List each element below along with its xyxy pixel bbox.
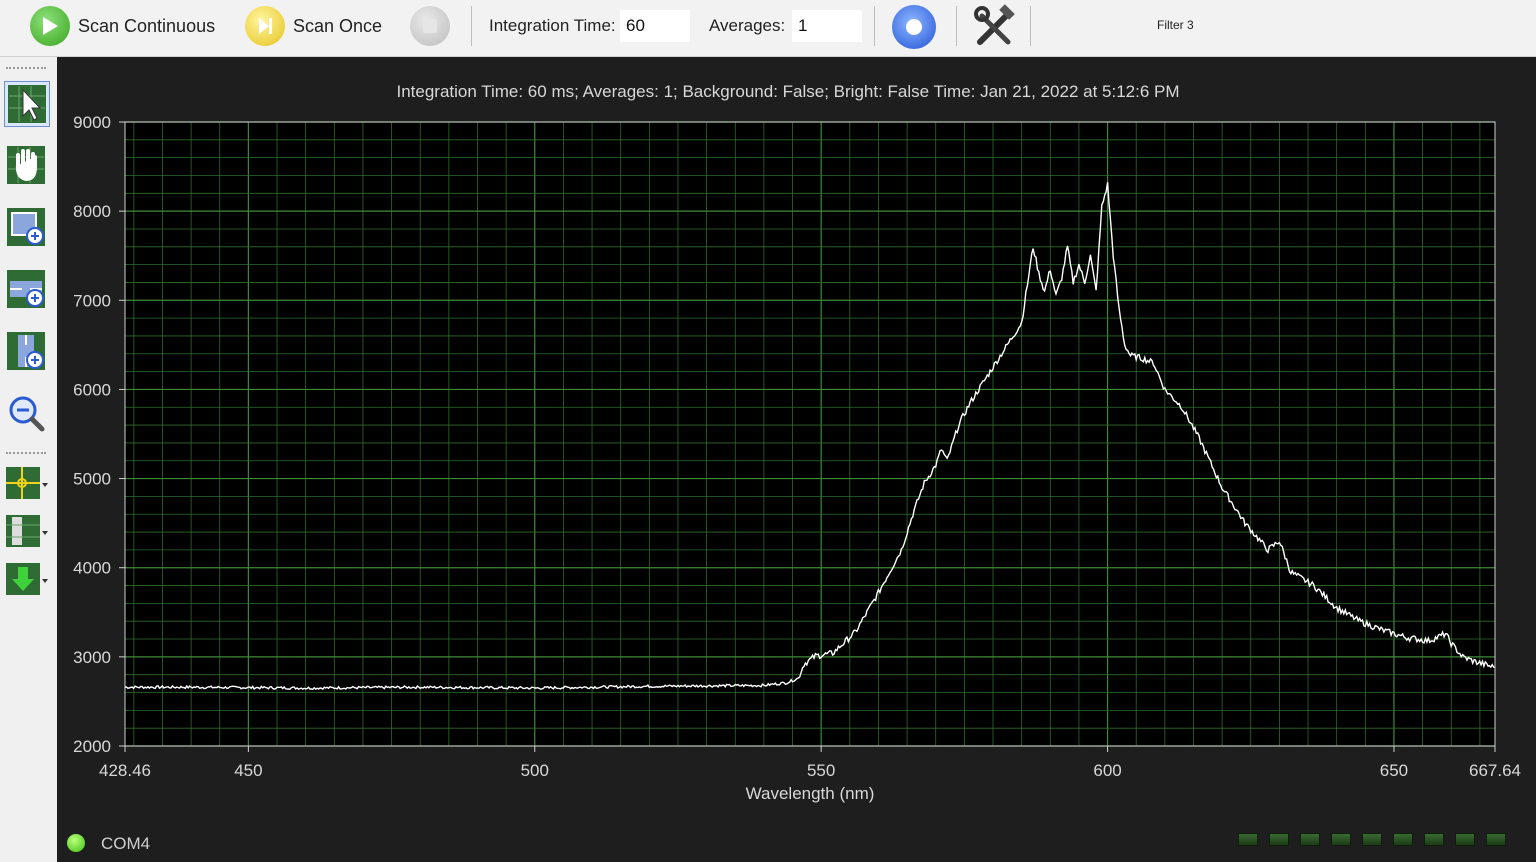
- marker-icon: [6, 515, 48, 547]
- crosshair-tool-button[interactable]: [4, 461, 48, 505]
- scan-continuous-button[interactable]: Scan Continuous: [30, 6, 215, 46]
- status-led: [1393, 833, 1413, 846]
- zoom-horizontal-tool-button[interactable]: [4, 267, 48, 311]
- pointer-tool-button[interactable]: [4, 81, 50, 127]
- grip-handle: [6, 452, 46, 454]
- x-tick-label: 428.46: [99, 761, 151, 780]
- tools-icon: [974, 4, 1015, 45]
- settings-tools-button[interactable]: [972, 4, 1018, 50]
- pan-hand-icon: [7, 146, 45, 184]
- toolbar-divider: [1030, 6, 1031, 46]
- record-button[interactable]: [892, 5, 936, 49]
- x-tick-label: 600: [1093, 761, 1121, 780]
- stop-button[interactable]: [410, 6, 450, 46]
- zoom-box-icon: [7, 208, 45, 246]
- status-led: [1331, 833, 1351, 846]
- connection-status-icon: [67, 834, 85, 852]
- status-led: [1455, 833, 1475, 846]
- toolbar-divider: [471, 6, 472, 46]
- zoom-vertical-icon: [7, 332, 45, 370]
- status-led: [1486, 833, 1506, 846]
- toolbar-divider: [956, 6, 957, 46]
- integration-time-input[interactable]: 60: [620, 10, 690, 42]
- main-toolbar: Scan Continuous Scan Once Integration Ti…: [0, 0, 1536, 57]
- record-icon: [906, 19, 922, 35]
- y-tick-label: 2000: [73, 737, 111, 756]
- plot-background: [125, 122, 1495, 746]
- chart-header: Integration Time: 60 ms; Averages: 1; Ba…: [396, 82, 1180, 101]
- status-led: [1362, 833, 1382, 846]
- averages-label: Averages:: [709, 16, 786, 35]
- y-tick-label: 3000: [73, 648, 111, 667]
- status-led: [1300, 833, 1320, 846]
- x-tick-label: 500: [521, 761, 549, 780]
- scan-once-button[interactable]: Scan Once: [245, 6, 382, 46]
- y-tick-label: 4000: [73, 559, 111, 578]
- x-tick-label: 650: [1380, 761, 1408, 780]
- zoom-horizontal-icon: [7, 270, 45, 308]
- x-tick-label: 667.64: [1469, 761, 1521, 780]
- marker-tool-button[interactable]: [4, 509, 48, 553]
- zoom-out-tool-button[interactable]: [4, 391, 48, 435]
- status-led: [1238, 833, 1258, 846]
- x-tick-label: 550: [807, 761, 835, 780]
- y-tick-label: 7000: [73, 291, 111, 310]
- x-tick-label: 450: [234, 761, 262, 780]
- spectrum-chart[interactable]: 9000 8000 7000 6000 5000 4000 3000 2000 428.46 45…: [58, 100, 1536, 820]
- zoom-out-icon: [9, 396, 45, 432]
- y-tick-label: 9000: [73, 113, 111, 132]
- x-axis-label: Wavelength (nm): [746, 784, 875, 803]
- pointer-icon: [8, 85, 46, 123]
- download-icon: [6, 563, 48, 595]
- stop-icon: [410, 6, 450, 46]
- y-tick-label: 6000: [73, 380, 111, 399]
- status-led: [1269, 833, 1289, 846]
- status-led: [1424, 833, 1444, 846]
- integration-time-label: Integration Time:: [489, 16, 616, 35]
- scan-continuous-label: Scan Continuous: [78, 15, 216, 36]
- chart-tools-panel: [0, 57, 57, 862]
- filter-label: Filter 3: [1157, 18, 1194, 32]
- toolbar-divider: [874, 6, 875, 46]
- play-icon: [30, 6, 70, 46]
- zoom-box-tool-button[interactable]: [4, 205, 48, 249]
- export-tool-button[interactable]: [4, 557, 48, 601]
- y-tick-label: 5000: [73, 470, 111, 489]
- y-tick-label: 8000: [73, 202, 111, 221]
- grip-handle: [6, 67, 46, 69]
- averages-input[interactable]: 1: [792, 10, 862, 42]
- pan-tool-button[interactable]: [4, 143, 48, 187]
- port-label: COM4: [101, 834, 151, 853]
- zoom-vertical-tool-button[interactable]: [4, 329, 48, 373]
- crosshair-icon: [6, 467, 48, 499]
- step-play-icon: [245, 6, 285, 46]
- scan-once-label: Scan Once: [293, 15, 383, 36]
